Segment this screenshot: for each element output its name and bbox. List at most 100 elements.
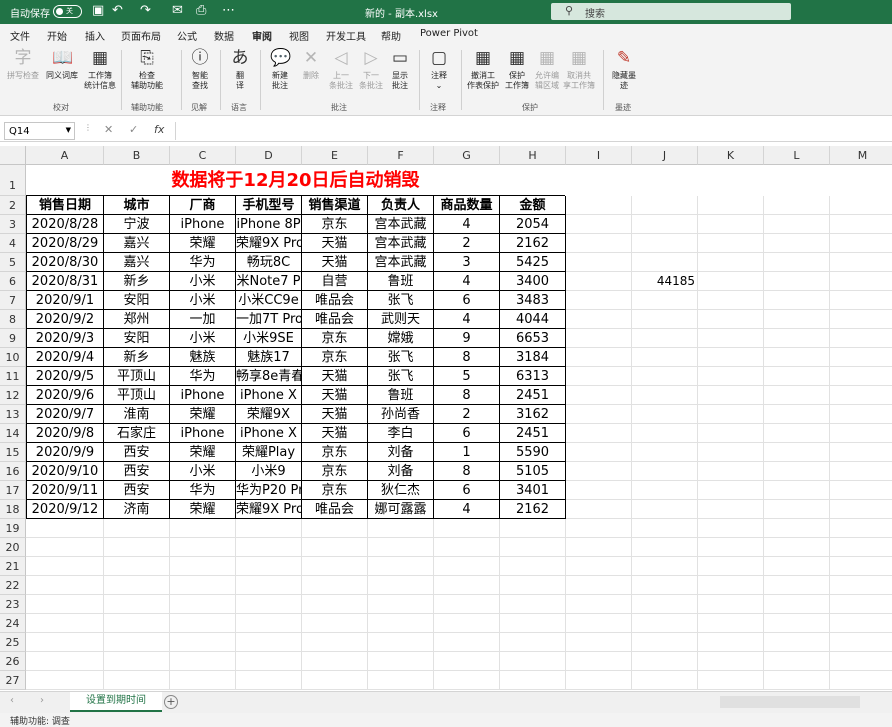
cell-a18[interactable]: 2020/9/12: [26, 500, 104, 519]
cell-j5[interactable]: [632, 253, 698, 272]
cell-k22[interactable]: [698, 576, 764, 595]
row-header-18[interactable]: 18: [0, 500, 26, 519]
formula-input[interactable]: [175, 122, 892, 140]
cell-d17[interactable]: 华为P20 Pro: [236, 481, 302, 500]
cell-k8[interactable]: [698, 310, 764, 329]
cell-d5[interactable]: 畅玩8C: [236, 253, 302, 272]
cell-i5[interactable]: [566, 253, 632, 272]
cell-j2[interactable]: [632, 196, 698, 215]
cell-e3[interactable]: 京东: [302, 215, 368, 234]
scroll-right-icon[interactable]: ›: [40, 695, 44, 706]
cell-c11[interactable]: 华为: [170, 367, 236, 386]
cell-b20[interactable]: [104, 538, 170, 557]
print-icon[interactable]: ⎙: [196, 3, 206, 18]
cell-f8[interactable]: 武则天: [368, 310, 434, 329]
row-header-27[interactable]: 27: [0, 671, 26, 690]
tab-file[interactable]: 文件: [10, 28, 30, 43]
cell-l6[interactable]: [764, 272, 830, 291]
cell-f4[interactable]: 宫本武藏: [368, 234, 434, 253]
cell-d15[interactable]: 荣耀Play: [236, 443, 302, 462]
cell-d12[interactable]: iPhone X: [236, 386, 302, 405]
show-comments-button[interactable]: ▭ 显示 批注: [386, 48, 414, 91]
row-header-21[interactable]: 21: [0, 557, 26, 576]
cell-i27[interactable]: [566, 671, 632, 690]
row-header-19[interactable]: 19: [0, 519, 26, 538]
cell-m24[interactable]: [830, 614, 892, 633]
cell-c22[interactable]: [170, 576, 236, 595]
select-all-corner[interactable]: [0, 146, 26, 165]
cell-d3[interactable]: iPhone 8P: [236, 215, 302, 234]
autosave-toggle[interactable]: 关: [53, 5, 82, 18]
cell-f23[interactable]: [368, 595, 434, 614]
cell-f20[interactable]: [368, 538, 434, 557]
unshare-workbook-button[interactable]: ▦ 取消共 享工作簿: [562, 48, 596, 91]
cell-h24[interactable]: [500, 614, 566, 633]
row-header-17[interactable]: 17: [0, 481, 26, 500]
row-header-22[interactable]: 22: [0, 576, 26, 595]
cell-f3[interactable]: 宫本武藏: [368, 215, 434, 234]
cell-m26[interactable]: [830, 652, 892, 671]
cell-l22[interactable]: [764, 576, 830, 595]
check-accessibility-button[interactable]: ⎘ 检查 辅助功能: [126, 48, 168, 91]
accessibility-status[interactable]: 辅助功能: 调查: [10, 717, 70, 727]
next-comment-button[interactable]: ▷ 下一 条批注: [356, 48, 386, 91]
thesaurus-button[interactable]: 📖 同义词库: [43, 48, 81, 81]
cell-f10[interactable]: 张飞: [368, 348, 434, 367]
workbook-stats-button[interactable]: ▦ 工作簿 统计信息: [82, 48, 118, 91]
cell-j8[interactable]: [632, 310, 698, 329]
row-header-20[interactable]: 20: [0, 538, 26, 557]
row-header-1[interactable]: 1: [0, 165, 26, 196]
column-header-l[interactable]: L: [764, 146, 830, 165]
cell-c10[interactable]: 魅族: [170, 348, 236, 367]
cell-k15[interactable]: [698, 443, 764, 462]
cell-h19[interactable]: [500, 519, 566, 538]
cell-f19[interactable]: [368, 519, 434, 538]
cell-h27[interactable]: [500, 671, 566, 690]
tab-formulas[interactable]: 公式: [177, 28, 197, 43]
spell-check-button[interactable]: 字拼写检查: [5, 48, 41, 81]
cell-b5[interactable]: 嘉兴: [104, 253, 170, 272]
cell-e22[interactable]: [302, 576, 368, 595]
cell-b3[interactable]: 宁波: [104, 215, 170, 234]
cell-e24[interactable]: [302, 614, 368, 633]
cell-k24[interactable]: [698, 614, 764, 633]
cell-e26[interactable]: [302, 652, 368, 671]
cell-e12[interactable]: 天猫: [302, 386, 368, 405]
cell-i23[interactable]: [566, 595, 632, 614]
cell-m4[interactable]: [830, 234, 892, 253]
tab-developer[interactable]: 开发工具: [326, 28, 366, 43]
cell-g5[interactable]: 3: [434, 253, 500, 272]
cell-b9[interactable]: 安阳: [104, 329, 170, 348]
cell-a12[interactable]: 2020/9/6: [26, 386, 104, 405]
cell-m17[interactable]: [830, 481, 892, 500]
cell-d6[interactable]: 米Note7 P: [236, 272, 302, 291]
cell-a13[interactable]: 2020/9/7: [26, 405, 104, 424]
row-header-9[interactable]: 9: [0, 329, 26, 348]
cell-d21[interactable]: [236, 557, 302, 576]
cell-l24[interactable]: [764, 614, 830, 633]
cell-i11[interactable]: [566, 367, 632, 386]
cell-e20[interactable]: [302, 538, 368, 557]
cell-e16[interactable]: 京东: [302, 462, 368, 481]
cell-m21[interactable]: [830, 557, 892, 576]
cell-i21[interactable]: [566, 557, 632, 576]
cell-f6[interactable]: 鲁班: [368, 272, 434, 291]
column-header-k[interactable]: K: [698, 146, 764, 165]
cell-l23[interactable]: [764, 595, 830, 614]
cell-b10[interactable]: 新乡: [104, 348, 170, 367]
cell-a14[interactable]: 2020/9/8: [26, 424, 104, 443]
cell-e9[interactable]: 京东: [302, 329, 368, 348]
cell-i14[interactable]: [566, 424, 632, 443]
cell-a22[interactable]: [26, 576, 104, 595]
cell-m22[interactable]: [830, 576, 892, 595]
cell-c16[interactable]: 小米: [170, 462, 236, 481]
cell-b11[interactable]: 平顶山: [104, 367, 170, 386]
cell-j11[interactable]: [632, 367, 698, 386]
column-header-b[interactable]: B: [104, 146, 170, 165]
cell-k19[interactable]: [698, 519, 764, 538]
cell-l12[interactable]: [764, 386, 830, 405]
cell-i7[interactable]: [566, 291, 632, 310]
cell-i17[interactable]: [566, 481, 632, 500]
cell-c23[interactable]: [170, 595, 236, 614]
cell-b12[interactable]: 平顶山: [104, 386, 170, 405]
